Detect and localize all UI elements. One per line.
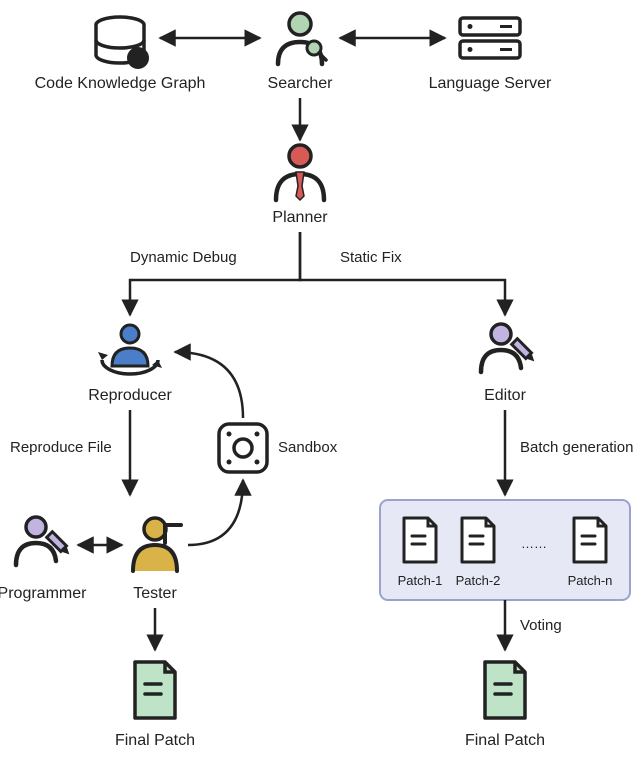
static-fix-label: Static Fix [340,249,402,266]
final-patch-left-icon [135,662,175,718]
server-icon [460,18,520,58]
patch-n-icon [574,518,606,562]
tester-sandbox-edge [188,480,243,545]
lang-server-label: Language Server [429,75,552,92]
planner-icon [276,145,324,200]
editor-icon [481,324,537,372]
patch-1-label: Patch-1 [398,573,443,588]
final-patch-left-label: Final Patch [115,732,195,749]
patch-2-icon [462,518,494,562]
patch-n-label: Patch-n [568,573,613,588]
programmer-label: Programmer [0,585,87,602]
database-icon [96,17,149,69]
programmer-icon [16,517,72,565]
voting-label: Voting [520,617,562,634]
dynamic-debug-edge [130,232,300,315]
patch-1-icon [404,518,436,562]
tester-icon [133,518,181,571]
batch-gen-label: Batch generation [520,439,633,456]
tester-label: Tester [133,585,177,602]
searcher-icon [278,13,326,64]
static-fix-edge [300,232,505,315]
editor-label: Editor [484,387,526,404]
patch-ellipsis: …… [521,536,547,551]
final-patch-right-label: Final Patch [465,732,545,749]
reproducer-label: Reproducer [88,387,172,404]
searcher-label: Searcher [268,75,334,92]
dynamic-debug-label: Dynamic Debug [130,249,237,266]
reproduce-file-label: Reproduce File [10,439,112,456]
sandbox-reproducer-edge [175,352,243,418]
patch-2-label: Patch-2 [456,573,501,588]
sandbox-icon [219,424,267,472]
planner-label: Planner [272,209,328,226]
sandbox-label: Sandbox [278,439,338,456]
ckg-label: Code Knowledge Graph [35,75,206,92]
final-patch-right-icon [485,662,525,718]
reproducer-icon [98,325,162,374]
